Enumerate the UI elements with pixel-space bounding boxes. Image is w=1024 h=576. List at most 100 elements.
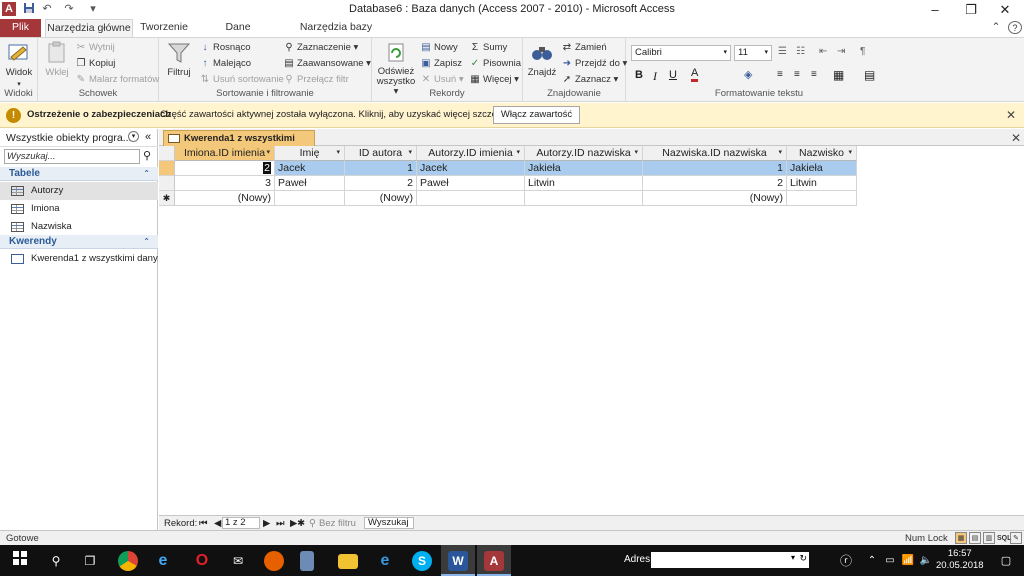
table-cell[interactable]: Paweł <box>417 176 525 191</box>
column-header[interactable]: Autorzy.ID imienia ▾ <box>417 146 525 161</box>
nav-section-tabele[interactable]: Tabele ⌃ <box>0 167 158 181</box>
totals-button[interactable]: Σ Sumy <box>469 41 507 55</box>
table-cell[interactable]: 2 <box>345 176 417 191</box>
table-cell[interactable]: Litwin <box>525 176 643 191</box>
tray-chevron-icon[interactable]: ⌃ <box>862 551 882 571</box>
nav-search-input[interactable]: Wyszukaj... <box>4 149 140 164</box>
more-button[interactable]: ▦ Więcej ▾ <box>469 73 519 87</box>
bold-icon[interactable]: B <box>635 69 643 81</box>
word-icon[interactable]: W <box>448 551 468 571</box>
replace-button[interactable]: ⇄ Zamień <box>561 41 607 55</box>
paste-button[interactable]: Wklej <box>42 41 72 78</box>
alt-row-color-icon[interactable]: ▤ <box>864 68 875 82</box>
cut-button[interactable]: ✂ Wytnij <box>75 41 115 55</box>
nav-section-kwerendy[interactable]: Kwerendy ⌃ <box>0 235 158 249</box>
security-message[interactable]: Część zawartości aktywnej została wyłącz… <box>160 109 524 120</box>
column-header[interactable]: Imię ▾ <box>275 146 345 161</box>
table-cell[interactable]: 1 <box>643 161 787 176</box>
design-view-icon[interactable]: ✎ <box>1010 532 1022 544</box>
cortana-person-icon[interactable]: ⓡ <box>836 551 856 571</box>
column-header[interactable]: Imiona.ID imienia ▾ <box>175 146 275 161</box>
table-cell[interactable]: 1 <box>345 161 417 176</box>
table-cell[interactable]: Jacek <box>417 161 525 176</box>
skype-icon[interactable]: S <box>412 551 432 571</box>
italic-icon[interactable]: I <box>653 69 657 84</box>
tab-dane-zewnetrzne[interactable]: Dane zewnętrzne <box>198 19 278 50</box>
select-button[interactable]: ➚ Zaznacz ▾ <box>561 73 619 87</box>
filter-button[interactable]: Filtruj <box>164 41 194 78</box>
file-explorer-icon[interactable] <box>338 554 358 569</box>
document-tab-kwerenda1[interactable]: Kwerenda1 z wszystkimi danymi <box>163 130 315 159</box>
indent-increase-icon[interactable]: ⇥ <box>837 46 845 57</box>
column-header[interactable]: Autorzy.ID nazwiska ▾ <box>525 146 643 161</box>
action-center-icon[interactable]: ▢ <box>996 551 1016 571</box>
view-button[interactable]: Widok ▾ <box>2 41 36 89</box>
font-color-icon[interactable]: A <box>691 68 699 82</box>
network-icon[interactable]: 📶 <box>898 551 918 571</box>
collapse-nav-pane-icon[interactable]: « <box>145 131 151 143</box>
collapse-section-icon[interactable]: ⌃ <box>143 235 150 249</box>
new-record-marker[interactable]: ✱ <box>159 191 175 206</box>
find-button[interactable]: Znajdź <box>526 41 558 78</box>
numbering-icon[interactable]: ☷ <box>796 46 805 57</box>
tab-narzedzia-bazy-danych[interactable]: Narzędzia bazy danych <box>286 19 386 50</box>
volume-icon[interactable]: 🔈 <box>916 551 936 571</box>
table-cell[interactable] <box>275 191 345 206</box>
address-go-icon[interactable]: ↻ <box>799 553 807 564</box>
advanced-button[interactable]: ▤ Zaawansowane ▾ <box>283 57 371 71</box>
prev-record-icon[interactable]: ◀ <box>214 517 221 530</box>
last-record-icon[interactable]: ⏭ <box>276 517 285 530</box>
tab-narzedzia-glowne[interactable]: Narzędzia główne <box>45 19 133 37</box>
save-record-button[interactable]: ▣ Zapisz <box>420 57 462 71</box>
table-cell[interactable] <box>525 191 643 206</box>
nav-pane-header[interactable]: Wszystkie obiekty progra... ▾ « <box>0 129 158 147</box>
datasheet-view-icon[interactable]: ▦ <box>955 532 967 544</box>
maximize-button[interactable]: ❐ <box>954 0 988 20</box>
align-right-icon[interactable]: ≡ <box>811 69 817 80</box>
help-icon[interactable]: ? <box>1008 21 1022 34</box>
align-center-icon[interactable]: ≡ <box>794 69 800 80</box>
sort-desc-button[interactable]: ↑ Malejąco <box>199 57 252 71</box>
table-cell[interactable]: Jacek <box>275 161 345 176</box>
minimize-button[interactable]: – <box>918 0 952 20</box>
close-document-icon[interactable]: ✕ <box>1011 131 1021 145</box>
sort-asc-button[interactable]: ↓ Rosnąco <box>199 41 251 55</box>
remove-sort-button[interactable]: ⇅ Usuń sortowanie <box>199 73 284 87</box>
tab-plik[interactable]: Plik <box>0 19 41 37</box>
address-dropdown-icon[interactable]: ▾ <box>791 553 795 562</box>
font-size-select[interactable]: 11 ▾ <box>734 45 772 61</box>
record-selector[interactable] <box>159 176 175 191</box>
column-header[interactable]: Nazwiska.ID nazwiska ▾ <box>643 146 787 161</box>
opera-icon[interactable]: O <box>192 551 212 571</box>
paragraph-dir-icon[interactable]: ¶ <box>860 46 865 57</box>
document-app-icon[interactable] <box>300 551 314 571</box>
underline-icon[interactable]: U <box>669 69 677 81</box>
table-cell[interactable]: 2 <box>643 176 787 191</box>
record-selector[interactable] <box>159 161 175 176</box>
access-taskbar-icon[interactable]: A <box>484 551 504 571</box>
tab-tworzenie[interactable]: Tworzenie <box>138 19 190 37</box>
table-cell[interactable]: Litwin <box>787 176 857 191</box>
table-cell[interactable]: 2 <box>175 161 275 176</box>
nav-search-icon[interactable]: ⚲ <box>143 149 151 162</box>
record-search-input[interactable]: Wyszukaj <box>364 517 414 529</box>
close-security-bar-icon[interactable]: ✕ <box>1006 108 1016 122</box>
table-cell[interactable]: Jakieła <box>787 161 857 176</box>
highlight-color-icon[interactable]: ◈ <box>744 68 752 81</box>
table-cell[interactable] <box>787 191 857 206</box>
record-position-input[interactable]: 1 z 2 <box>222 517 260 529</box>
task-view-icon[interactable]: ❐ <box>80 551 100 571</box>
goto-button[interactable]: ➜ Przejdź do ▾ <box>561 57 628 71</box>
system-clock[interactable]: 16:57 20.05.2018 <box>936 548 984 572</box>
copy-button[interactable]: ❐ Kopiuj <box>75 57 116 71</box>
nav-item-kwerenda1[interactable]: Kwerenda1 z wszystkimi dany... <box>0 250 158 268</box>
new-record-button[interactable]: ▤ Nowy <box>420 41 458 55</box>
toggle-filter-button[interactable]: ⚲ Przełącz filtr <box>283 73 348 87</box>
first-record-icon[interactable]: ⏮ <box>199 517 208 530</box>
column-header[interactable]: Nazwisko ▾ <box>787 146 857 161</box>
indent-decrease-icon[interactable]: ⇤ <box>819 46 827 57</box>
bullets-icon[interactable]: ☰ <box>778 46 787 57</box>
table-cell[interactable] <box>417 191 525 206</box>
table-cell[interactable]: (Nowy) <box>175 191 275 206</box>
battery-icon[interactable]: ▭ <box>880 551 900 571</box>
